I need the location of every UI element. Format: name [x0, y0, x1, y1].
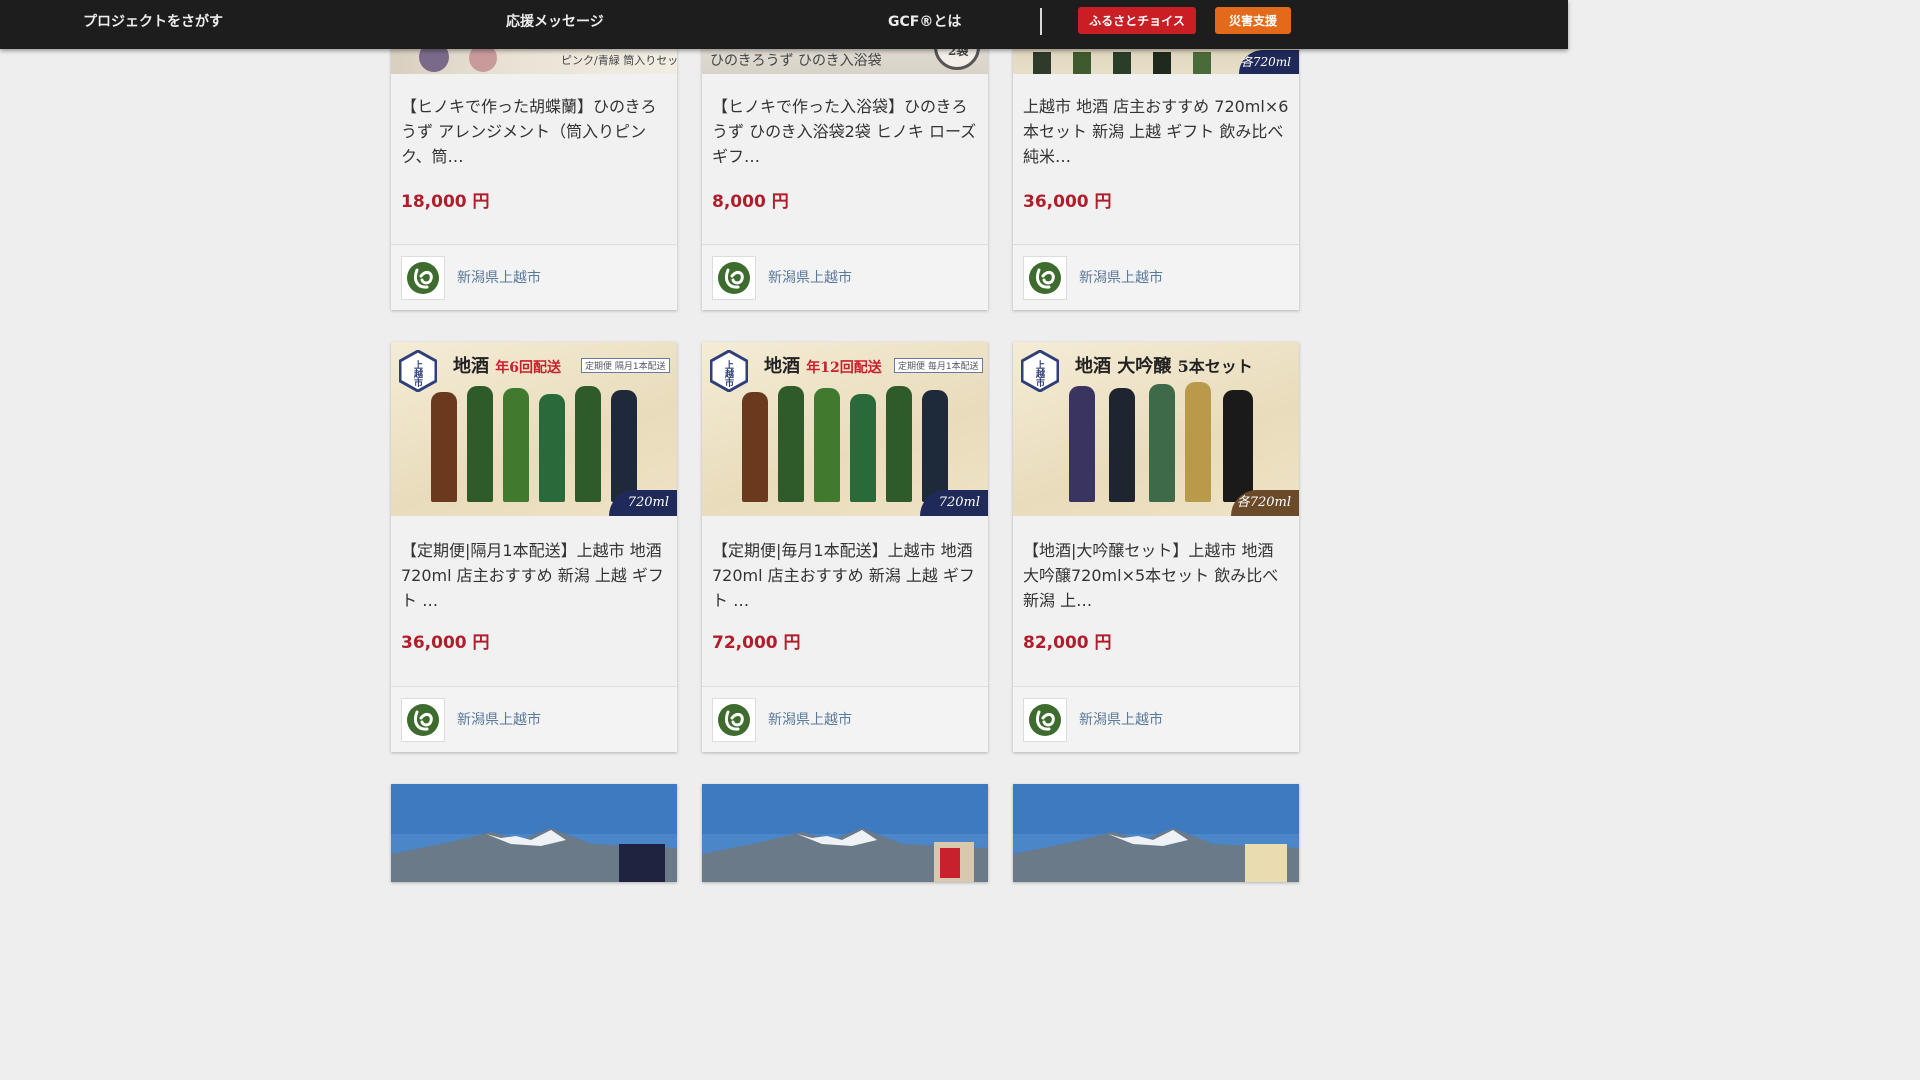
- city-emblem-icon: [1023, 256, 1067, 300]
- banner-title: 地酒 大吟醸 5本セット: [1075, 356, 1253, 377]
- volume-tag: 各720ml: [1239, 50, 1299, 74]
- product-card[interactable]: [1013, 784, 1299, 882]
- image-caption: ひのきろうず ひのき入浴袋: [710, 53, 882, 69]
- product-price: 36,000 円: [1023, 192, 1112, 212]
- product-price: 82,000 円: [1023, 633, 1112, 653]
- city-link[interactable]: 新潟県上越市: [457, 267, 541, 287]
- product-image[interactable]: 上越市 地酒 年6回配送 定期便 隔月1本配送 720ml: [391, 342, 677, 516]
- nav-about-gcf[interactable]: GCF®とは: [888, 11, 961, 31]
- city-link[interactable]: 新潟県上越市: [457, 709, 541, 729]
- nav-support-messages[interactable]: 応援メッセージ: [506, 11, 604, 31]
- product-image[interactable]: 上越市 地酒 大吟醸 5本セット 各720ml: [1013, 342, 1299, 516]
- product-image[interactable]: 上越市 地酒 年12回配送 定期便 毎月1本配送 720ml: [702, 342, 988, 516]
- furusato-choice-button[interactable]: ふるさとチョイス: [1078, 7, 1196, 34]
- product-title[interactable]: 上越市 地酒 店主おすすめ 720ml×6本セット 新潟 上越 ギフト 飲み比べ…: [1023, 94, 1289, 169]
- card-footer[interactable]: 新潟県上越市: [391, 686, 677, 752]
- product-card[interactable]: [702, 784, 988, 882]
- product-card[interactable]: 各720ml 上越市 地酒 店主おすすめ 720ml×6本セット 新潟 上越 ギ…: [1013, 30, 1299, 310]
- product-price: 36,000 円: [401, 633, 490, 653]
- city-link[interactable]: 新潟県上越市: [768, 267, 852, 287]
- product-card[interactable]: 上越市 地酒 年6回配送 定期便 隔月1本配送 720ml 【定期便|隔月1本配…: [391, 342, 677, 752]
- card-footer[interactable]: 新潟県上越市: [702, 244, 988, 310]
- card-footer[interactable]: 新潟県上越市: [391, 244, 677, 310]
- disaster-support-button[interactable]: 災害支援: [1215, 7, 1291, 34]
- product-price: 18,000 円: [401, 192, 490, 212]
- product-title[interactable]: 【地酒|大吟醸セット】上越市 地酒 大吟醸720ml×5本セット 飲み比べ 新潟…: [1023, 538, 1289, 613]
- product-card[interactable]: 上越市 地酒 年12回配送 定期便 毎月1本配送 720ml 【定期便|毎月1本…: [702, 342, 988, 752]
- product-card[interactable]: 上越市 地酒 大吟醸 5本セット 各720ml 【地酒|大吟醸セット】上越市 地…: [1013, 342, 1299, 752]
- seal-label: 上越市: [723, 360, 733, 387]
- product-image[interactable]: [391, 784, 677, 882]
- banner-title: 地酒 年6回配送: [453, 356, 562, 377]
- product-image[interactable]: [1013, 784, 1299, 882]
- product-title[interactable]: 【ヒノキで作った入浴袋】ひのきろうず ひのき入浴袋2袋 ヒノキ ローズ ギフ…: [712, 94, 978, 169]
- banner-title: 地酒 年12回配送: [764, 356, 882, 377]
- city-emblem-icon: [401, 698, 445, 742]
- city-emblem-icon: [712, 698, 756, 742]
- card-footer[interactable]: 新潟県上越市: [1013, 244, 1299, 310]
- city-emblem-icon: [712, 256, 756, 300]
- city-link[interactable]: 新潟県上越市: [1079, 709, 1163, 729]
- product-price: 72,000 円: [712, 633, 801, 653]
- product-title[interactable]: 【ヒノキで作った胡蝶蘭】ひのきろうず アレンジメント（筒入りピンク、筒…: [401, 94, 667, 169]
- product-title[interactable]: 【定期便|毎月1本配送】上越市 地酒 720ml 店主おすすめ 新潟 上越 ギフ…: [712, 538, 978, 613]
- banner-note: 定期便 毎月1本配送: [894, 358, 983, 373]
- city-link[interactable]: 新潟県上越市: [1079, 267, 1163, 287]
- city-link[interactable]: 新潟県上越市: [768, 709, 852, 729]
- seal-label: 上越市: [412, 360, 422, 387]
- product-card[interactable]: [391, 784, 677, 882]
- top-navigation-bar: プロジェクトをさがす 応援メッセージ GCF®とは ふるさとチョイス 災害支援: [0, 0, 1568, 49]
- seal-label: 上越市: [1034, 360, 1044, 387]
- volume-tag: 各720ml: [1231, 490, 1299, 516]
- product-image[interactable]: [702, 784, 988, 882]
- city-emblem-icon: [401, 256, 445, 300]
- volume-tag: 720ml: [920, 490, 988, 516]
- product-card[interactable]: ひのきろうず ひのき入浴袋 2袋 【ヒノキで作った入浴袋】ひのきろうず ひのき入…: [702, 30, 988, 310]
- product-price: 8,000 円: [712, 192, 789, 212]
- product-title[interactable]: 【定期便|隔月1本配送】上越市 地酒 720ml 店主おすすめ 新潟 上越 ギフ…: [401, 538, 667, 613]
- card-footer[interactable]: 新潟県上越市: [1013, 686, 1299, 752]
- image-caption: ピンク/青緑 筒入りセット: [561, 54, 677, 67]
- city-emblem-icon: [1023, 698, 1067, 742]
- nav-find-projects[interactable]: プロジェクトをさがす: [83, 11, 223, 31]
- nav-divider: [1040, 8, 1042, 35]
- banner-note: 定期便 隔月1本配送: [581, 358, 670, 373]
- card-footer[interactable]: 新潟県上越市: [702, 686, 988, 752]
- volume-tag: 720ml: [609, 490, 677, 516]
- product-card[interactable]: ピンク/青緑 筒入りセット 【ヒノキで作った胡蝶蘭】ひのきろうず アレンジメント…: [391, 30, 677, 310]
